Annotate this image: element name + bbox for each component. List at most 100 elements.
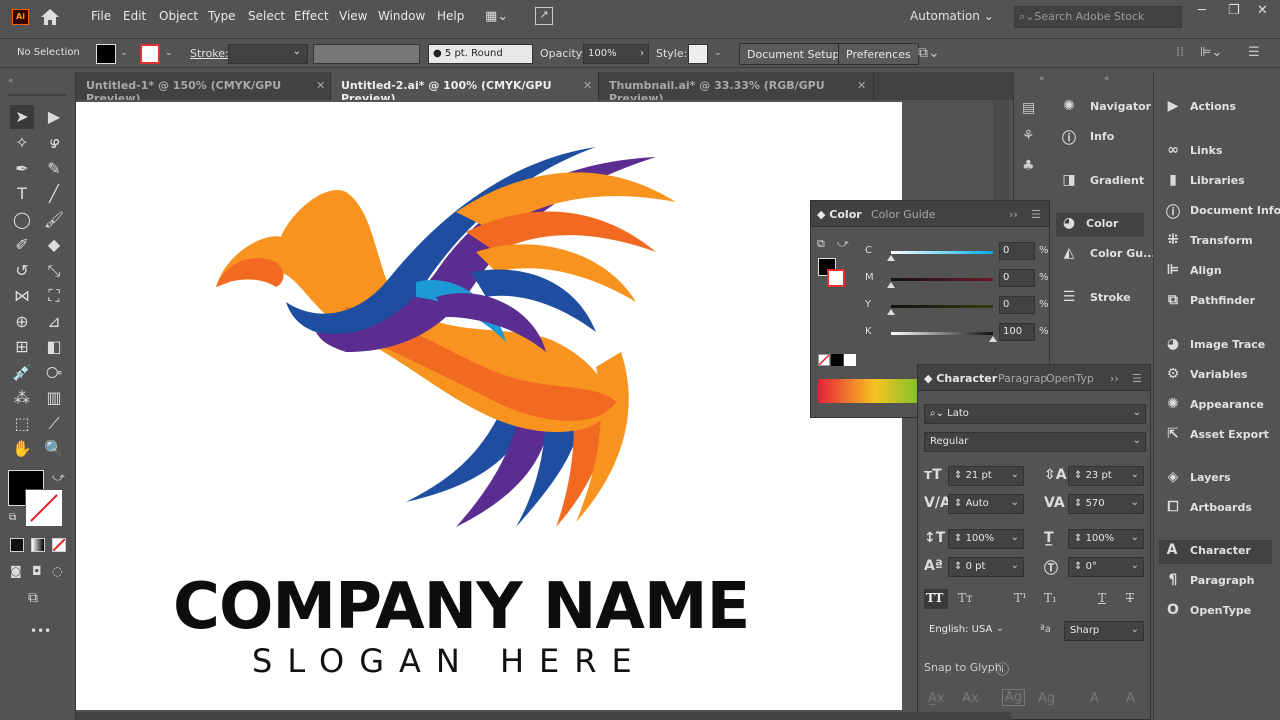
graphic-style-swatch[interactable]: [688, 44, 708, 64]
chevron-down-icon[interactable]: ⌄: [714, 48, 722, 58]
curvature-tool-icon[interactable]: ✎: [42, 157, 66, 181]
subscript-icon[interactable]: T₁: [1044, 591, 1057, 605]
ellipse-tool-icon[interactable]: ◯: [10, 208, 34, 232]
tab-color[interactable]: ◆ Color: [817, 208, 862, 221]
workspace-switcher[interactable]: Automation ⌄: [904, 6, 1000, 28]
pen-tool-icon[interactable]: ✒: [10, 157, 34, 181]
font-style-field[interactable]: Regular ⌄: [924, 432, 1146, 452]
close-window-icon[interactable]: ✕: [1257, 3, 1268, 18]
menu-view[interactable]: View: [339, 9, 367, 23]
dock-color-guide[interactable]: ◭ Color Gu...: [1060, 243, 1156, 267]
tab-character[interactable]: ◆ Character: [924, 372, 997, 385]
direct-selection-tool-icon[interactable]: ▶: [42, 105, 66, 129]
blend-tool-icon[interactable]: ⧂: [42, 361, 66, 385]
scale-tool-icon[interactable]: ⤡: [42, 259, 66, 283]
menu-file[interactable]: File: [91, 9, 111, 23]
snap-baseline-icon[interactable]: A̲x: [928, 691, 945, 706]
tracking-field[interactable]: ⇕ 570 ⌄: [1068, 494, 1144, 514]
cyan-slider[interactable]: C 0 %: [821, 241, 1049, 263]
color-mode-icon[interactable]: [10, 538, 24, 552]
arrange-icon[interactable]: ⧉⌄: [918, 45, 940, 61]
stroke-swatch[interactable]: [140, 44, 160, 64]
dock-info[interactable]: ⓘ Info: [1060, 126, 1150, 150]
horizontal-scale-field[interactable]: ⇕ 100% ⌄: [1068, 529, 1144, 549]
font-size-field[interactable]: ⇕ 21 pt ⌄: [948, 466, 1024, 486]
chevron-down-icon[interactable]: ⌄: [165, 48, 173, 58]
menu-effect[interactable]: Effect: [294, 9, 329, 23]
yellow-slider[interactable]: Y 0 %: [821, 295, 1049, 317]
free-transform-tool-icon[interactable]: ⛶: [42, 284, 66, 308]
dock-layers[interactable]: ◈ Layers: [1164, 467, 1274, 491]
edit-toolbar-icon[interactable]: •••: [30, 624, 51, 638]
shape-builder-tool-icon[interactable]: ⊕: [10, 310, 34, 334]
slider-thumb[interactable]: [887, 309, 895, 315]
dock-align[interactable]: ⊫ Align: [1164, 260, 1274, 284]
tab-untitled-1[interactable]: Untitled-1* @ 150% (CMYK/GPU Preview) ✕: [76, 72, 331, 105]
symbols-icon[interactable]: ♣: [1022, 158, 1035, 174]
default-fill-stroke-icon[interactable]: ⧉: [9, 512, 16, 523]
draw-normal-icon[interactable]: ◙: [10, 564, 22, 578]
panel-menu-icon[interactable]: ☰: [1132, 372, 1142, 385]
close-icon[interactable]: ✕: [857, 79, 866, 92]
lasso-tool-icon[interactable]: ഴ: [42, 131, 66, 155]
arrange-documents-icon[interactable]: ▦⌄: [485, 9, 508, 24]
dock-navigator[interactable]: ✺ Navigator: [1060, 96, 1151, 120]
close-icon[interactable]: ✕: [316, 79, 325, 92]
zoom-tool-icon[interactable]: 🔍: [42, 437, 66, 461]
expand-icon[interactable]: «: [1104, 74, 1110, 84]
panel-menu-icon[interactable]: ☰: [1031, 208, 1041, 221]
gradient-tool-icon[interactable]: ◧: [42, 335, 66, 359]
dock-pathfinder[interactable]: ⧉ Pathfinder: [1164, 290, 1274, 314]
menu-help[interactable]: Help: [437, 9, 464, 23]
swap-fill-stroke-icon[interactable]: ⤻: [52, 470, 65, 485]
snap-proximity-icon[interactable]: Ag: [1038, 691, 1055, 706]
anti-aliasing-field[interactable]: Sharp ⌄: [1064, 621, 1144, 641]
opacity-field[interactable]: 100% ›: [583, 44, 649, 64]
restore-icon[interactable]: ❐: [1228, 3, 1240, 18]
slider-thumb[interactable]: [887, 255, 895, 261]
menu-object[interactable]: Object: [159, 9, 198, 23]
white-swatch[interactable]: [844, 354, 856, 366]
menu-window[interactable]: Window: [378, 9, 425, 23]
document-setup-button[interactable]: Document Setup: [739, 43, 848, 65]
company-name-text[interactable]: COMPANY NAME: [173, 570, 773, 644]
character-rotation-field[interactable]: ⇕ 0° ⌄: [1068, 557, 1144, 577]
dock-opentype[interactable]: O OpenType: [1164, 600, 1274, 624]
align-icon[interactable]: ⁞⁞: [1176, 45, 1184, 60]
dock-variables[interactable]: ⚙ Variables: [1164, 364, 1274, 388]
none-swatch[interactable]: [818, 354, 830, 366]
black-swatch[interactable]: [831, 354, 843, 366]
panel-menu-icon[interactable]: ☰: [1248, 45, 1260, 60]
expand-icon[interactable]: «: [1039, 74, 1045, 84]
rotate-tool-icon[interactable]: ↺: [10, 259, 34, 283]
font-family-field[interactable]: ⌕⌄ Lato ⌄: [924, 404, 1146, 424]
dock-actions[interactable]: ▶ Actions: [1164, 96, 1274, 120]
preferences-button[interactable]: Preferences: [838, 43, 919, 65]
underline-icon[interactable]: T: [1098, 591, 1106, 605]
shaper-tool-icon[interactable]: ✐: [10, 233, 34, 257]
magenta-slider[interactable]: M 0 %: [821, 268, 1049, 290]
mesh-tool-icon[interactable]: ⊞: [10, 335, 34, 359]
perspective-grid-tool-icon[interactable]: ⊿: [42, 310, 66, 334]
dock-stroke[interactable]: ☰ Stroke: [1060, 287, 1150, 311]
dock-document-info[interactable]: ⓘ Document Info: [1164, 200, 1280, 224]
kerning-field[interactable]: ⇕ Auto ⌄: [948, 494, 1024, 514]
slider-track[interactable]: [891, 251, 993, 254]
snap-glyph-bounds-icon[interactable]: Ag: [1002, 689, 1026, 706]
close-icon[interactable]: ✕: [583, 79, 592, 92]
dock-color[interactable]: ◕ Color: [1056, 213, 1144, 237]
slider-track[interactable]: [891, 305, 993, 308]
slider-value[interactable]: 0: [999, 269, 1035, 287]
slider-track[interactable]: [891, 278, 993, 281]
slider-track[interactable]: [891, 332, 993, 335]
dock-paragraph[interactable]: ¶ Paragraph: [1164, 570, 1274, 594]
dock-artboards[interactable]: ⧠ Artboards: [1164, 497, 1274, 521]
dock-transform[interactable]: ⁜ Transform: [1164, 230, 1274, 254]
hand-tool-icon[interactable]: ✋: [10, 437, 34, 461]
tab-untitled-2[interactable]: Untitled-2.ai* @ 100% (CMYK/GPU Preview)…: [331, 72, 599, 105]
tab-color-guide[interactable]: Color Guide: [871, 208, 936, 221]
dock-asset-export[interactable]: ⇱ Asset Export: [1164, 424, 1274, 448]
strikethrough-icon[interactable]: T: [1126, 591, 1134, 605]
magic-wand-tool-icon[interactable]: ✧: [10, 131, 34, 155]
toolbar-grip[interactable]: [8, 94, 66, 96]
